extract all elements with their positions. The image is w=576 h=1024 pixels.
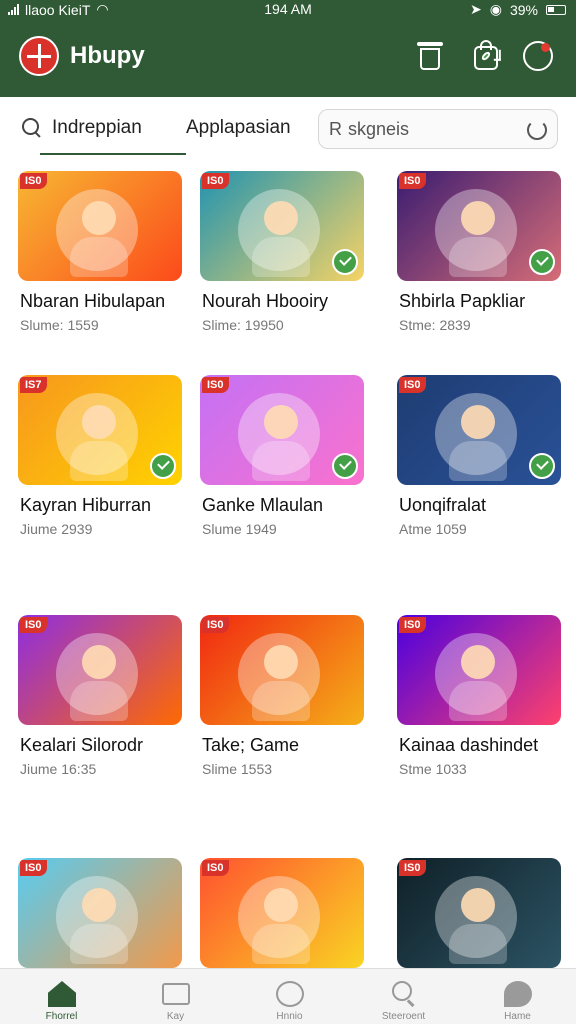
game-card[interactable]: IS0 Nourah Hbooiry Slime: 19950 — [200, 171, 370, 351]
game-title: Shbirla Papkliar — [399, 291, 526, 311]
shopping-bag-check-icon[interactable] — [470, 40, 502, 72]
chat-icon — [504, 981, 532, 1007]
game-title: Kainaa dashindet — [399, 735, 539, 755]
location-icon: ➤ — [470, 1, 482, 17]
search-icon — [22, 118, 42, 138]
game-meta: Stme 1033 — [399, 761, 467, 777]
play-icon — [276, 981, 304, 1007]
game-thumbnail[interactable]: IS0 — [397, 171, 561, 281]
nav-item-hnnio[interactable]: Hnnio — [232, 969, 347, 1024]
game-badge: IS0 — [20, 860, 47, 876]
game-title: Kayran Hiburran — [20, 495, 152, 515]
game-thumbnail[interactable]: IS0 — [200, 375, 364, 485]
game-meta: Slime 1553 — [202, 761, 273, 777]
trash-icon[interactable] — [414, 40, 446, 72]
game-thumbnail[interactable]: IS0 — [18, 171, 182, 281]
game-thumbnail[interactable]: IS7 — [18, 375, 182, 485]
nav-item-fhorrel[interactable]: Fhorrel — [4, 969, 119, 1024]
game-card[interactable]: IS0 Kealari Silorodr Jiume 16:35 — [18, 615, 188, 795]
game-meta: Slume: 1559 — [20, 317, 99, 333]
game-badge: IS0 — [399, 617, 426, 633]
game-badge: IS0 — [20, 617, 47, 633]
game-thumbnail[interactable]: IS0 — [397, 858, 561, 968]
search-box[interactable]: R — [318, 109, 558, 149]
installed-check-icon — [332, 249, 358, 275]
app-header: llaoo KieiT ◠ 194 AM ➤ ◉ 39% Hbupy — [0, 0, 576, 97]
game-thumbnail[interactable]: IS0 — [200, 858, 364, 968]
installed-check-icon — [332, 453, 358, 479]
game-badge: IS0 — [202, 377, 229, 393]
nav-item-kay[interactable]: Kay — [118, 969, 233, 1024]
installed-check-icon — [529, 249, 555, 275]
game-badge: IS0 — [399, 173, 426, 189]
category-icon — [162, 983, 190, 1005]
game-meta: Atme 1059 — [399, 521, 467, 537]
game-thumbnail[interactable]: IS0 — [18, 615, 182, 725]
nav-item-hame[interactable]: Hame — [460, 969, 575, 1024]
nav-label: Hame — [504, 1011, 531, 1022]
battery-percent: 39% — [509, 1, 538, 18]
game-title: Nbaran Hibulapan — [20, 291, 166, 311]
nav-label: Fhorrel — [45, 1011, 78, 1022]
game-badge: IS0 — [20, 173, 47, 189]
refresh-icon[interactable] — [527, 120, 547, 140]
game-meta: Slume 1949 — [202, 521, 277, 537]
game-card[interactable]: IS0 — [397, 858, 567, 968]
tab-applapasian[interactable]: Applapasian — [186, 117, 291, 139]
game-title: Take; Game — [202, 735, 300, 755]
active-tab-indicator — [40, 153, 186, 155]
nav-item-steeroent[interactable]: Steeroent — [346, 969, 461, 1024]
tab-label: Indreppian — [52, 117, 142, 138]
alarm-icon: ◉ — [489, 1, 502, 17]
app-title: Hbupy — [70, 42, 145, 69]
nav-label: Hnnio — [276, 1011, 303, 1022]
game-card[interactable]: IS0 Kainaa dashindet Stme 1033 — [397, 615, 567, 795]
game-badge: IS0 — [399, 860, 426, 876]
tab-indreppian[interactable]: Indreppian — [22, 117, 186, 155]
games-grid: IS0 Nbaran Hibulapan Slume: 1559 IS0 Nourah … — [0, 161, 576, 968]
game-meta: Jiume 2939 — [20, 521, 93, 537]
home-icon — [48, 981, 76, 1007]
game-badge: IS7 — [20, 377, 47, 393]
nav-label: Steeroent — [381, 1011, 426, 1022]
game-card[interactable]: IS7 Kayran Hiburran Jiume 2939 — [18, 375, 188, 555]
game-title: Uonqifralat — [399, 495, 487, 515]
game-thumbnail[interactable]: IS0 — [397, 615, 561, 725]
game-badge: IS0 — [202, 617, 229, 633]
game-card[interactable]: IS0 Nbaran Hibulapan Slume: 1559 — [18, 171, 188, 351]
search-icon — [390, 981, 418, 1007]
game-badge: IS0 — [202, 860, 229, 876]
game-badge: IS0 — [202, 173, 229, 189]
game-thumbnail[interactable]: IS0 — [397, 375, 561, 485]
game-card[interactable]: IS0 — [200, 858, 370, 968]
game-badge: IS0 — [399, 377, 426, 393]
game-thumbnail[interactable]: IS0 — [18, 858, 182, 968]
game-title: Nourah Hbooiry — [202, 291, 329, 311]
profile-notification-icon[interactable] — [522, 40, 554, 72]
search-input[interactable] — [348, 118, 518, 140]
game-card[interactable]: IS0 Take; Game Slime 1553 — [200, 615, 370, 795]
game-card[interactable]: IS0 — [18, 858, 188, 968]
installed-check-icon — [150, 453, 176, 479]
game-title: Ganke Mlaulan — [202, 495, 324, 515]
bottom-navigation: Fhorrel Kay Hnnio Steeroent Hame — [0, 968, 576, 1024]
app-logo — [19, 36, 59, 76]
game-meta: Jiume 16:35 — [20, 761, 97, 777]
installed-check-icon — [529, 453, 555, 479]
game-card[interactable]: IS0 Uonqifralat Atme 1059 — [397, 375, 567, 555]
game-thumbnail[interactable]: IS0 — [200, 171, 364, 281]
status-bar: llaoo KieiT ◠ 194 AM ➤ ◉ 39% — [0, 0, 576, 18]
search-prefix-glyph: R — [329, 118, 342, 139]
game-card[interactable]: IS0 Ganke Mlaulan Slume 1949 — [200, 375, 370, 555]
game-meta: Slime: 19950 — [202, 317, 284, 333]
game-card[interactable]: IS0 Shbirla Papkliar Stme: 2839 — [397, 171, 567, 351]
nav-label: Kay — [166, 1011, 185, 1022]
tab-bar: Indreppian Applapasian R — [0, 97, 576, 161]
battery-icon — [546, 4, 566, 15]
game-title: Kealari Silorodr — [20, 735, 144, 755]
game-thumbnail[interactable]: IS0 — [200, 615, 364, 725]
game-meta: Stme: 2839 — [399, 317, 471, 333]
